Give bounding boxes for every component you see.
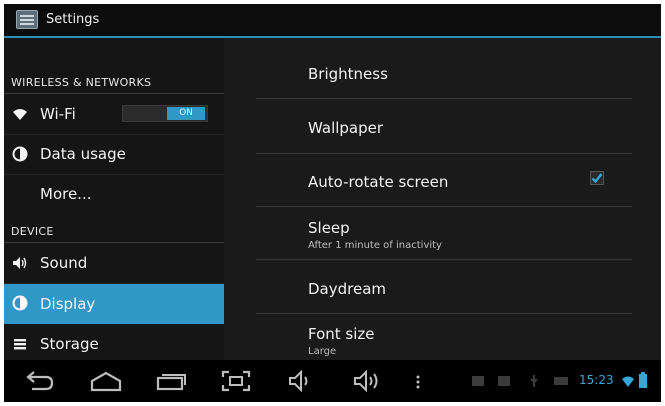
sidebar-item-label: More... <box>40 185 92 203</box>
list-divider <box>256 153 632 154</box>
usb-icon <box>530 375 538 387</box>
status-clock: 15:23 <box>579 373 614 387</box>
list-divider <box>256 98 632 99</box>
list-divider <box>256 259 632 260</box>
action-bar: Settings <box>4 4 661 38</box>
sidebar-item-label: Wi-Fi <box>40 105 76 123</box>
battery-icon <box>639 372 647 388</box>
display-icon <box>12 295 28 311</box>
section-divider <box>4 242 224 243</box>
recent-apps-icon[interactable] <box>154 368 188 394</box>
wifi-toggle[interactable]: ON <box>122 105 208 122</box>
list-divider <box>256 206 632 207</box>
wifi-icon <box>12 106 28 122</box>
settings-sidebar: WIRELESS & NETWORKS Wi-Fi ON Data usage … <box>4 38 224 360</box>
wifi-toggle-state: ON <box>167 107 205 120</box>
volume-up-icon[interactable] <box>351 368 387 394</box>
settings-app-icon[interactable] <box>16 10 38 29</box>
setting-auto-rotate[interactable]: Auto-rotate screen <box>308 173 448 191</box>
setting-sleep-summary: After 1 minute of inactivity <box>308 240 442 251</box>
menu-overflow-icon[interactable] <box>413 368 423 394</box>
auto-rotate-checkbox[interactable] <box>590 171 604 185</box>
screenshot-icon[interactable] <box>220 368 252 394</box>
section-header-device: DEVICE <box>11 225 54 238</box>
sidebar-item-more[interactable]: More... <box>4 175 224 213</box>
setting-daydream[interactable]: Daydream <box>308 280 386 298</box>
speaker-icon <box>12 255 28 271</box>
wifi-signal-icon <box>622 376 634 387</box>
notification-icon <box>472 376 484 386</box>
home-icon[interactable] <box>88 368 124 394</box>
sidebar-item-display[interactable]: Display <box>4 284 224 324</box>
data-usage-icon <box>12 146 28 162</box>
sidebar-item-label: Sound <box>40 254 88 272</box>
setting-font-size[interactable]: Font size <box>308 325 375 343</box>
notification-icon <box>498 376 510 386</box>
back-icon[interactable] <box>22 368 56 394</box>
sidebar-item-label: Storage <box>40 335 99 353</box>
sidebar-item-sound[interactable]: Sound <box>4 244 224 282</box>
setting-wallpaper[interactable]: Wallpaper <box>308 119 383 137</box>
page-title: Settings <box>46 12 100 27</box>
setting-font-size-summary: Large <box>308 346 337 357</box>
section-header-wireless: WIRELESS & NETWORKS <box>11 76 152 89</box>
sidebar-item-label: Data usage <box>40 145 126 163</box>
system-navigation-bar: 15:23 <box>4 360 661 402</box>
notification-icon <box>554 377 568 385</box>
storage-icon <box>12 336 28 352</box>
sidebar-item-storage[interactable]: Storage <box>4 325 224 363</box>
display-settings-panel: Brightness Wallpaper Auto-rotate screen … <box>224 38 661 360</box>
list-divider <box>256 313 632 314</box>
section-divider <box>4 93 224 94</box>
volume-down-icon[interactable] <box>286 368 318 394</box>
tablet-screen: Settings WIRELESS & NETWORKS Wi-Fi ON Da… <box>4 4 661 402</box>
sidebar-item-wifi[interactable]: Wi-Fi ON <box>4 95 224 133</box>
setting-brightness[interactable]: Brightness <box>308 65 388 83</box>
setting-sleep[interactable]: Sleep <box>308 219 350 237</box>
sidebar-item-label: Display <box>40 295 96 313</box>
sidebar-item-data-usage[interactable]: Data usage <box>4 135 224 173</box>
